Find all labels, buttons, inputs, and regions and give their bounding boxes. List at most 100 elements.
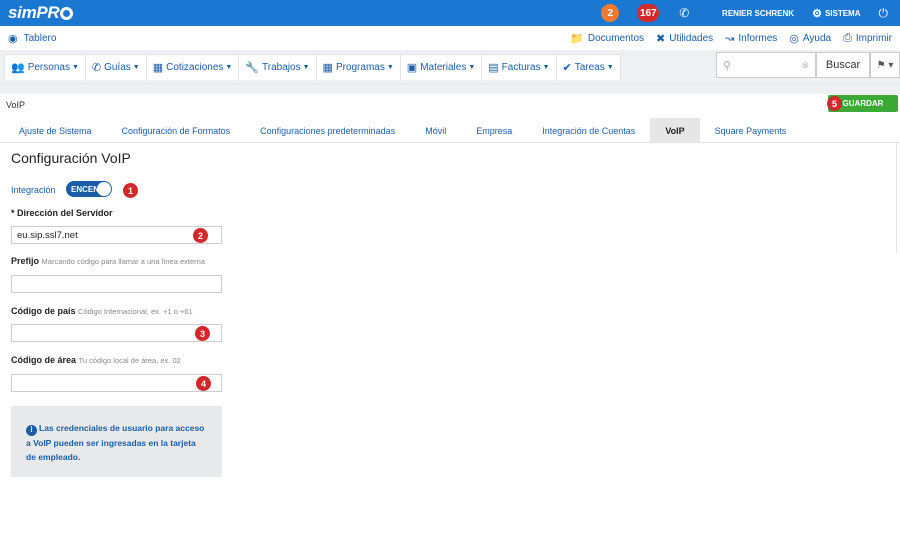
caret-down-icon: ▼ [468,64,476,71]
nav-label: Programas [335,62,385,73]
prefix-field[interactable] [11,275,222,293]
dashboard-link[interactable]: ◉ Tablero [8,32,56,45]
secondary-toolbar: ◉ Tablero 📁 Documentos ✖ Utilidades ↝ Infor… [0,26,900,50]
tab-voip[interactable]: VoIP [650,118,700,143]
main-navigation: 👥 Personas ▼ ✆ Guías ▼ ▦ Cotizaciones ▼ 🔧 Traba… [0,50,900,84]
user-icon: 👤 [705,7,720,20]
tab-empresa[interactable]: Empresa [461,118,527,143]
box-icon: ▣ [406,62,418,74]
search-input[interactable]: ⚲ ⊗ [716,52,816,78]
simpro-logo[interactable]: simPR [8,3,74,23]
tab-square-payments[interactable]: Square Payments [700,118,802,143]
info-icon: i [26,424,37,436]
search-icon: ⚲ [723,59,732,72]
prefix-label-group: Prefijo Marcando código para llamar a un… [11,256,205,266]
help-label: Ayuda [802,32,832,44]
caret-down-icon: ▼ [302,64,310,71]
tools-icon: ✖ [656,32,666,45]
area-code-label-group: Código de área Tu código local de área, … [11,355,181,365]
search-button[interactable]: Buscar [816,52,870,78]
documents-link[interactable]: 📁 Documentos [570,32,644,45]
tab-configuraciones-predeterminadas[interactable]: Configuraciones predeterminadas [245,118,410,143]
folder-icon: 📁 [570,32,584,45]
check-circle-icon: ✔ [562,62,572,74]
utilities-link[interactable]: ✖ Utilidades [656,32,713,45]
nav-item-facturas[interactable]: ▤ Facturas ▼ [482,54,557,81]
power-icon[interactable]: ⏻ [879,6,889,21]
area-code-field[interactable] [11,374,222,392]
alerts-badge[interactable]: 167 [637,4,660,22]
print-link[interactable]: ⎙ Imprimir [843,32,892,45]
callout-marker-5: 5 [827,96,842,111]
invoice-icon: ▤ [488,62,499,74]
section-heading: Configuración VoIP [11,150,131,166]
country-code-label-group: Código de país Código Internacional, ex.… [11,306,193,316]
reports-link[interactable]: ↝ Informes [725,32,777,45]
country-code-hint: Código Internacional, ex. +1 o +61 [78,307,193,316]
nav-label: Tareas [574,62,605,73]
callout-marker-1: 1 [123,183,138,198]
calendar-icon: ▦ [322,62,333,74]
documents-label: Documentos [587,32,645,44]
tab-integracion-de-cuentas[interactable]: Integración de Cuentas [527,118,650,143]
nav-label: Cotizaciones [166,62,224,73]
page-header: VoIP GUARDAR 5 [0,94,900,118]
area-code-label: Código de área [11,355,77,365]
nav-item-personas[interactable]: 👥 Personas ▼ [5,54,86,81]
nav-item-tareas[interactable]: ✔ Tareas ▼ [557,55,620,81]
lifebuoy-icon: ◎ [789,32,799,45]
callout-marker-2: 2 [193,228,208,243]
tab-movil[interactable]: Móvil [410,118,461,143]
country-code-field[interactable] [11,324,222,342]
gear-icon: ⚙ [812,7,822,20]
integration-toggle[interactable]: ENCEN [66,181,112,197]
user-name: RENIER SCHRENK [722,8,795,18]
caret-down-icon: ▼ [386,64,394,71]
tab-ajuste-de-sistema[interactable]: Ajuste de Sistema [4,118,107,143]
logo-text: simPR [8,3,60,22]
nav-item-guias[interactable]: ✆ Guías ▼ [86,54,147,81]
nav-item-cotizaciones[interactable]: ▦ Cotizaciones ▼ [147,54,240,81]
help-link[interactable]: ◎ Ayuda [789,32,831,45]
system-menu[interactable]: ⚙ SISTEMA [812,7,860,20]
callout-marker-4: 4 [196,376,211,391]
phone-icon[interactable]: ✆ [679,6,689,20]
bookmark-button[interactable]: ⚑ ▾ [870,52,900,78]
voip-settings-panel: Configuración VoIP Integración ENCEN 1 *… [0,143,900,490]
logo-o-icon [60,6,74,20]
nav-item-materiales[interactable]: ▣ Materiales ▼ [401,54,483,81]
callout-marker-3: 3 [195,326,210,341]
wrench-icon: 🔧 [245,62,260,74]
nav-item-trabajos[interactable]: 🔧 Trabajos ▼ [239,54,317,81]
dashboard-icon: ◉ [8,32,18,45]
caret-down-icon: ▼ [606,64,614,71]
nav-label: Guías [104,62,131,73]
toggle-knob [97,182,111,196]
caret-down-icon: ▼ [71,64,79,71]
people-icon: 👥 [11,62,25,74]
print-label: Imprimir [855,32,892,44]
dashboard-label: Tablero [23,32,57,44]
clear-search-icon[interactable]: ⊗ [801,60,809,71]
tab-configuracion-de-formatos[interactable]: Configuración de Formatos [107,118,246,143]
server-label: * Dirección del Servidor [11,208,113,218]
nav-label: Personas [27,62,70,73]
caret-down-icon: ▼ [542,64,550,71]
server-address-field[interactable]: eu.sip.ssl7.net [11,226,222,244]
notifications-badge[interactable]: 2 [601,4,620,22]
user-menu[interactable]: 👤 RENIER SCHRENK [705,7,794,20]
nav-label: Facturas [501,62,541,73]
utilities-label: Utilidades [669,32,714,44]
toggle-text: ENCEN [71,184,100,194]
nav-label: Trabajos [262,62,301,73]
page-title: VoIP [6,100,26,110]
area-code-hint: Tu código local de área, ex. 02 [78,356,181,365]
bookmark-icon: ⚑ ▾ [876,59,894,71]
nav-label: Materiales [420,62,467,73]
chart-icon: ↝ [725,32,735,45]
info-text: Las credenciales de usuario para acceso … [26,423,205,462]
quote-icon: ▦ [152,62,164,74]
integration-label: Integración [11,185,56,195]
country-code-label: Código de país [11,306,76,316]
nav-item-programas[interactable]: ▦ Programas ▼ [317,54,401,81]
